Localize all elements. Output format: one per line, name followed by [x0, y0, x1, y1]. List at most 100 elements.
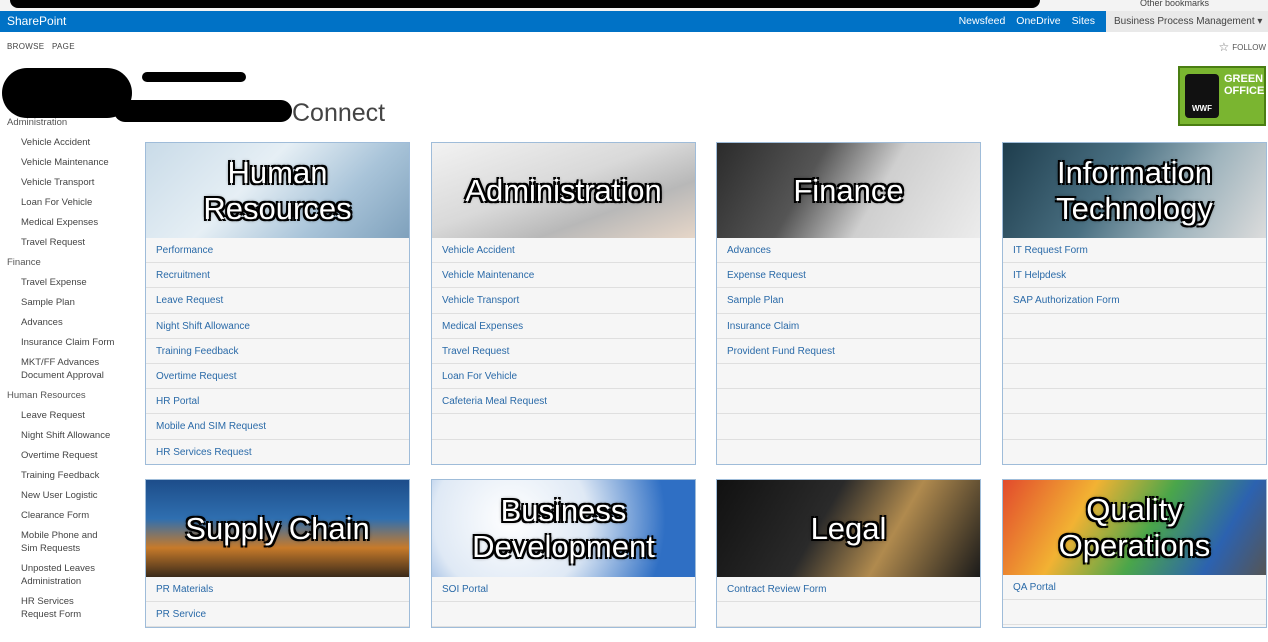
nav-item-new-user-logistic[interactable]: New User Logistic — [0, 489, 130, 502]
onedrive-link[interactable]: OneDrive — [1016, 15, 1060, 27]
empty-row — [432, 602, 695, 627]
nav-item-travel-request[interactable]: Travel Request — [0, 236, 130, 249]
tile-links: SOI Portal — [432, 577, 695, 627]
link-insurance-claim[interactable]: Insurance Claim — [717, 313, 980, 339]
redaction-blob — [114, 100, 292, 122]
link-soi-portal[interactable]: SOI Portal — [432, 577, 695, 603]
left-navigation: Administration Vehicle Accident Vehicle … — [0, 112, 130, 621]
nav-item-overtime-request[interactable]: Overtime Request — [0, 449, 130, 462]
ribbon: BROWSE PAGE ☆ FOLLOW — [0, 32, 1268, 60]
tile-title: Legal — [810, 510, 887, 546]
tile-finance: Finance Advances Expense Request Sample … — [716, 142, 981, 465]
empty-row — [432, 414, 695, 440]
tile-banner[interactable]: Information Technology — [1003, 143, 1266, 238]
link-pr-service[interactable]: PR Service — [146, 602, 409, 627]
link-recruitment[interactable]: Recruitment — [146, 263, 409, 289]
link-travel-request[interactable]: Travel Request — [432, 338, 695, 364]
link-provident-fund-request[interactable]: Provident Fund Request — [717, 338, 980, 364]
link-leave-request[interactable]: Leave Request — [146, 288, 409, 314]
tile-legal: Legal Contract Review Form — [716, 479, 981, 628]
nav-item-leave-request[interactable]: Leave Request — [0, 409, 130, 422]
empty-row — [717, 363, 980, 390]
link-it-helpdesk[interactable]: IT Helpdesk — [1003, 263, 1266, 289]
sharepoint-brand[interactable]: SharePoint — [7, 14, 66, 28]
nav-section-administration[interactable]: Administration — [0, 116, 130, 129]
link-vehicle-transport[interactable]: Vehicle Transport — [432, 288, 695, 314]
link-vehicle-accident[interactable]: Vehicle Accident — [432, 238, 695, 264]
tile-banner[interactable]: Administration — [432, 143, 695, 238]
tile-links: Advances Expense Request Sample Plan Ins… — [717, 238, 980, 464]
link-it-request-form[interactable]: IT Request Form — [1003, 238, 1266, 264]
link-sap-authorization-form[interactable]: SAP Authorization Form — [1003, 288, 1266, 314]
tile-links: Vehicle Accident Vehicle Maintenance Veh… — [432, 238, 695, 464]
nav-section-human-resources[interactable]: Human Resources — [0, 389, 130, 402]
nav-item-training-feedback[interactable]: Training Feedback — [0, 469, 130, 482]
nav-item-unposted-leaves[interactable]: Unposted Leaves Administration — [0, 562, 110, 588]
link-qa-portal[interactable]: QA Portal — [1003, 575, 1266, 601]
tile-title: Human Resources — [203, 154, 352, 226]
follow-button[interactable]: ☆ FOLLOW — [1218, 40, 1266, 54]
tile-title: Finance — [793, 172, 904, 208]
panda-icon: WWF — [1185, 74, 1219, 118]
site-menu-dropdown[interactable]: Business Process Management ▾ — [1106, 11, 1268, 32]
link-vehicle-maintenance[interactable]: Vehicle Maintenance — [432, 263, 695, 289]
tile-title: Information Technology — [1056, 154, 1213, 226]
tile-title: Quality Operations — [1058, 491, 1211, 563]
nav-item-clearance-form[interactable]: Clearance Form — [0, 509, 130, 522]
page-title: Connect — [292, 99, 386, 127]
redaction-bar — [10, 0, 1040, 8]
nav-item-vehicle-transport[interactable]: Vehicle Transport — [0, 176, 130, 189]
link-cafeteria-meal-request[interactable]: Cafeteria Meal Request — [432, 389, 695, 415]
link-expense-request[interactable]: Expense Request — [717, 263, 980, 289]
nav-item-vehicle-accident[interactable]: Vehicle Accident — [0, 136, 130, 149]
browser-bookmark-bar: Other bookmarks — [0, 0, 1268, 11]
tile-title: Business Development — [472, 492, 655, 564]
tile-banner[interactable]: Supply Chain — [146, 480, 409, 577]
nav-item-insurance-claim-form[interactable]: Insurance Claim Form — [0, 336, 130, 349]
link-night-shift-allowance[interactable]: Night Shift Allowance — [146, 313, 409, 339]
link-contract-review-form[interactable]: Contract Review Form — [717, 577, 980, 603]
tile-banner[interactable]: Legal — [717, 480, 980, 577]
nav-item-loan-for-vehicle[interactable]: Loan For Vehicle — [0, 196, 130, 209]
newsfeed-link[interactable]: Newsfeed — [959, 15, 1006, 27]
nav-item-travel-expense[interactable]: Travel Expense — [0, 276, 130, 289]
link-hr-portal[interactable]: HR Portal — [146, 389, 409, 415]
nav-item-vehicle-maintenance[interactable]: Vehicle Maintenance — [0, 156, 130, 169]
link-advances[interactable]: Advances — [717, 238, 980, 264]
nav-item-advances[interactable]: Advances — [0, 316, 130, 329]
link-loan-for-vehicle[interactable]: Loan For Vehicle — [432, 363, 695, 390]
nav-item-hr-services-request[interactable]: HR Services Request Form — [0, 595, 110, 621]
nav-item-mobile-phone-sim[interactable]: Mobile Phone and Sim Requests — [0, 529, 110, 555]
tile-human-resources: Human Resources Performance Recruitment … — [145, 142, 410, 465]
green-office-logo: WWF GREEN OFFICE — [1178, 66, 1266, 126]
link-medical-expenses[interactable]: Medical Expenses — [432, 313, 695, 339]
tile-business-development: Business Development SOI Portal — [431, 479, 696, 628]
tab-page[interactable]: PAGE — [52, 42, 75, 51]
bookmark-other[interactable]: Other bookmarks — [1140, 0, 1209, 8]
nav-section-finance[interactable]: Finance — [0, 256, 130, 269]
empty-row — [1003, 439, 1266, 464]
link-sample-plan[interactable]: Sample Plan — [717, 288, 980, 314]
tab-browse[interactable]: BROWSE — [7, 42, 44, 51]
tile-banner[interactable]: Human Resources — [146, 143, 409, 238]
link-training-feedback[interactable]: Training Feedback — [146, 338, 409, 364]
tile-links: QA Portal — [1003, 575, 1266, 626]
empty-row — [717, 389, 980, 415]
suite-links: Newsfeed OneDrive Sites — [959, 15, 1095, 27]
nav-item-medical-expenses[interactable]: Medical Expenses — [0, 216, 130, 229]
nav-item-mkt-ff-advances[interactable]: MKT/FF Advances Document Approval — [0, 356, 110, 382]
tile-links: IT Request Form IT Helpdesk SAP Authoriz… — [1003, 238, 1266, 464]
link-performance[interactable]: Performance — [146, 238, 409, 264]
nav-item-night-shift-allowance[interactable]: Night Shift Allowance — [0, 429, 130, 442]
tile-links: PR Materials PR Service — [146, 577, 409, 627]
sites-link[interactable]: Sites — [1072, 15, 1095, 27]
empty-row — [1003, 600, 1266, 626]
link-pr-materials[interactable]: PR Materials — [146, 577, 409, 603]
link-hr-services-request[interactable]: HR Services Request — [146, 439, 409, 464]
nav-item-sample-plan[interactable]: Sample Plan — [0, 296, 130, 309]
tile-banner[interactable]: Business Development — [432, 480, 695, 577]
link-overtime-request[interactable]: Overtime Request — [146, 363, 409, 390]
link-mobile-sim-request[interactable]: Mobile And SIM Request — [146, 414, 409, 440]
tile-banner[interactable]: Finance — [717, 143, 980, 238]
tile-banner[interactable]: Quality Operations — [1003, 480, 1266, 575]
